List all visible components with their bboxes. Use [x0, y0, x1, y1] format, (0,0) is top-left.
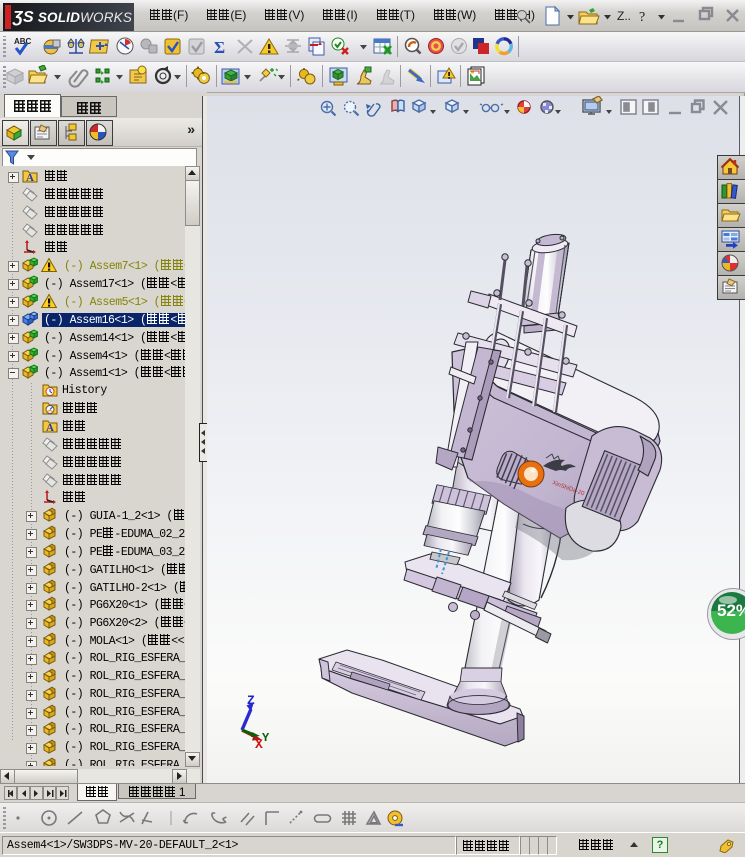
svg-text:Z..: Z.. [617, 9, 631, 23]
svg-text:?: ? [639, 10, 645, 25]
svg-text:ABC: ABC [14, 37, 32, 46]
svg-text:Σ: Σ [214, 38, 225, 57]
svg-text:Y: Y [262, 731, 270, 745]
